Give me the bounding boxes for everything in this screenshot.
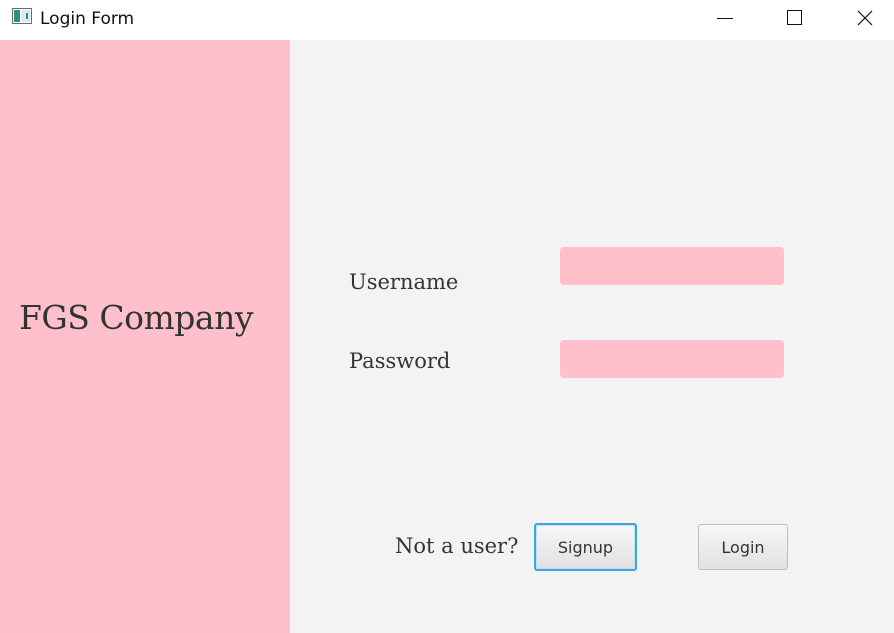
app-icon bbox=[12, 8, 32, 24]
sidebar-panel: FGS Company bbox=[0, 40, 290, 633]
close-icon bbox=[857, 10, 873, 26]
minimize-icon bbox=[717, 10, 733, 26]
close-button[interactable] bbox=[842, 0, 888, 36]
password-input[interactable] bbox=[560, 340, 784, 378]
username-input[interactable] bbox=[560, 247, 784, 285]
window-title: Login Form bbox=[40, 9, 135, 29]
content-area: FGS Company Username Password Not a user… bbox=[0, 40, 894, 633]
company-name: FGS Company bbox=[19, 298, 253, 337]
login-window: Login Form FGS Company Username Password… bbox=[0, 0, 894, 633]
login-button[interactable]: Login bbox=[698, 524, 788, 570]
signup-button-label: Signup bbox=[557, 537, 614, 557]
minimize-button[interactable] bbox=[702, 0, 748, 36]
signup-button[interactable]: Signup bbox=[534, 523, 637, 571]
title-bar[interactable]: Login Form bbox=[0, 0, 894, 40]
username-label: Username bbox=[349, 270, 459, 294]
maximize-button[interactable] bbox=[772, 0, 818, 36]
maximize-icon bbox=[787, 10, 803, 26]
password-label: Password bbox=[349, 349, 451, 373]
signup-prompt: Not a user? bbox=[395, 534, 519, 558]
login-button-label: Login bbox=[721, 537, 765, 557]
